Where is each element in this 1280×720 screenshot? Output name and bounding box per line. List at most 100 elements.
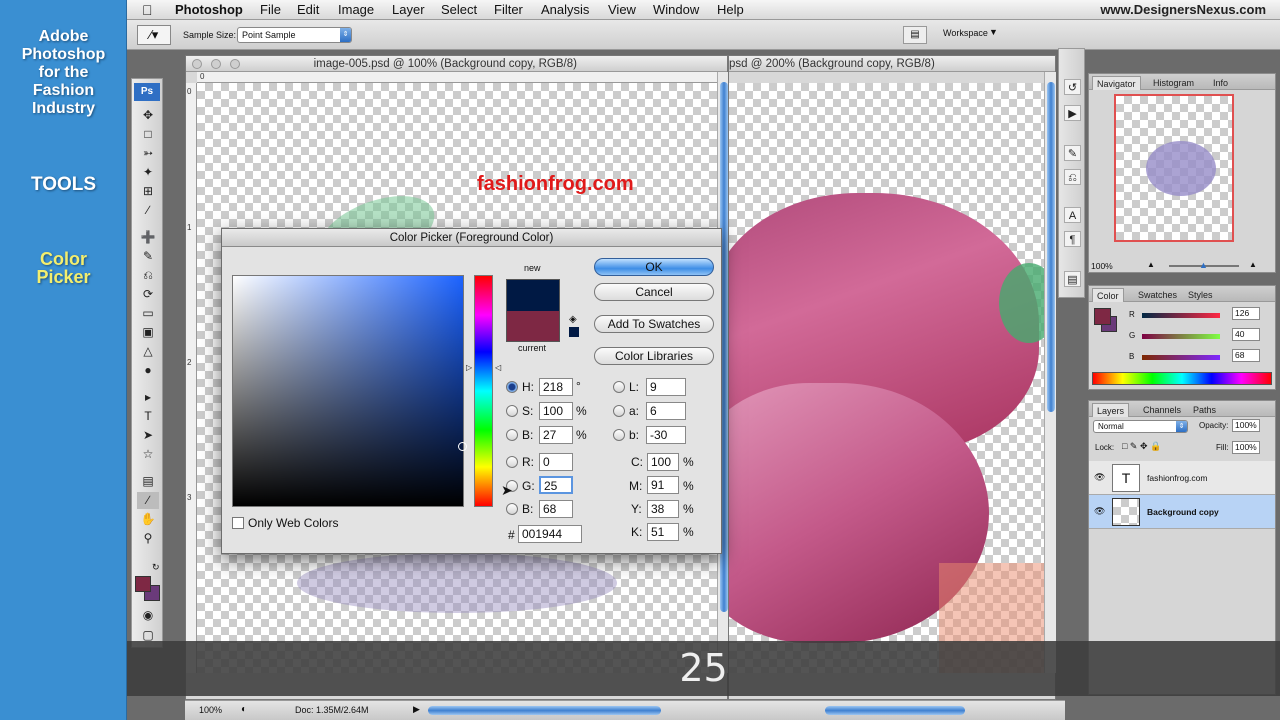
swap-colors-icon[interactable]: ↻ — [152, 562, 160, 573]
lasso-tool-icon[interactable]: ➳ — [137, 145, 159, 162]
apple-icon[interactable]:  — [142, 2, 153, 18]
input-lab-b[interactable]: -30 — [646, 426, 686, 444]
path-selection-tool-icon[interactable]: ▸ — [137, 389, 159, 406]
b-slider[interactable] — [1142, 355, 1220, 360]
hand-tool-icon[interactable]: ✋ — [137, 511, 159, 528]
input-a[interactable]: 6 — [646, 402, 686, 420]
magic-wand-tool-icon[interactable]: ✦ — [137, 164, 159, 181]
eyedropper-tool-preset-icon[interactable]: ∕▾ — [137, 25, 171, 45]
horizontal-scrollbar-thumb[interactable] — [428, 706, 661, 715]
workspace-icon[interactable]: ▤ — [903, 26, 927, 44]
radio-s[interactable] — [506, 405, 518, 417]
only-web-colors-checkbox[interactable] — [232, 517, 244, 529]
input-h[interactable]: 218 — [539, 378, 573, 396]
shape-tool-icon[interactable]: ☆ — [137, 446, 159, 463]
horizontal-scrollbar-thumb-2[interactable] — [825, 706, 965, 715]
zoom-icon[interactable] — [230, 58, 241, 69]
sample-size-select[interactable]: Point Sample ⇕ — [237, 27, 352, 43]
zoom-tool-icon[interactable]: ⚲ — [137, 530, 159, 547]
zoom-slider-thumb[interactable]: ▲ — [1199, 260, 1208, 270]
radio-b[interactable] — [506, 503, 518, 515]
hue-arrow-left-icon[interactable]: ▷ — [466, 363, 472, 372]
hue-slider[interactable] — [474, 275, 493, 507]
input-l[interactable]: 9 — [646, 378, 686, 396]
tab-channels[interactable]: Channels — [1139, 403, 1185, 417]
menu-layer[interactable]: Layer — [392, 2, 425, 17]
radio-a[interactable] — [613, 405, 625, 417]
document-title-bar-2[interactable]: psd @ 200% (Background copy, RGB/8) — [729, 56, 1055, 72]
radio-brightness[interactable] — [506, 429, 518, 441]
tab-paths[interactable]: Paths — [1189, 403, 1220, 417]
color-field-marker[interactable] — [458, 442, 467, 451]
actions-panel-icon[interactable]: ▶ — [1064, 105, 1081, 121]
eyedropper-tool-icon[interactable]: ∕ — [137, 202, 159, 219]
tab-color[interactable]: Color — [1092, 288, 1124, 302]
add-to-swatches-button[interactable]: Add To Swatches — [594, 315, 714, 333]
menu-edit[interactable]: Edit — [297, 2, 319, 17]
stamp-tool-icon[interactable]: ⎌ — [137, 267, 159, 284]
character-panel-icon[interactable]: A — [1064, 207, 1081, 223]
clone-source-panel-icon[interactable]: ⎌ — [1064, 169, 1081, 185]
notes-tool-icon[interactable]: ▤ — [137, 473, 159, 490]
dialog-title[interactable]: Color Picker (Foreground Color) — [222, 229, 721, 247]
tab-navigator[interactable]: Navigator — [1092, 76, 1141, 90]
radio-lab-b[interactable] — [613, 429, 625, 441]
status-arrow-icon[interactable]: ▶ — [413, 704, 420, 715]
radio-l[interactable] — [613, 381, 625, 393]
tab-layers[interactable]: Layers — [1092, 403, 1130, 417]
blur-tool-icon[interactable]: △ — [137, 343, 159, 360]
web-safe-swatch[interactable] — [569, 327, 579, 337]
menu-window[interactable]: Window — [653, 2, 699, 17]
eye-icon[interactable]: 👁 — [1094, 472, 1105, 483]
tab-info[interactable]: Info — [1209, 76, 1232, 90]
document-title-bar[interactable]: image-005.psd @ 100% (Background copy, R… — [186, 56, 727, 72]
menu-help[interactable]: Help — [717, 2, 744, 17]
opacity-field[interactable]: 100% — [1232, 419, 1260, 432]
layer-row-selected[interactable]: 👁 Background copy — [1089, 495, 1275, 529]
menu-image[interactable]: Image — [338, 2, 374, 17]
color-panel-foreground-swatch[interactable] — [1094, 308, 1111, 325]
move-tool-icon[interactable]: ✥ — [137, 107, 159, 124]
tab-styles[interactable]: Styles — [1184, 288, 1217, 302]
type-tool-icon[interactable]: T — [137, 408, 159, 425]
zoom-out-icon[interactable]: ▲ — [1147, 260, 1159, 270]
scrollbar-thumb-2[interactable] — [1047, 82, 1055, 412]
input-m[interactable]: 91 — [647, 476, 679, 494]
menu-select[interactable]: Select — [441, 2, 477, 17]
tab-histogram[interactable]: Histogram — [1149, 76, 1198, 90]
foreground-color-chip[interactable] — [135, 576, 151, 592]
g-slider[interactable] — [1142, 334, 1220, 339]
dodge-tool-icon[interactable]: ● — [137, 362, 159, 379]
b-field[interactable]: 68 — [1232, 349, 1260, 362]
status-menu-icon[interactable]: ◐ — [241, 704, 247, 715]
fill-field[interactable]: 100% — [1232, 441, 1260, 454]
zoom-in-icon[interactable]: ▲ — [1249, 260, 1257, 269]
input-b[interactable]: 68 — [539, 500, 573, 518]
navigator-preview[interactable] — [1114, 94, 1234, 242]
healing-brush-tool-icon[interactable]: ➕ — [137, 229, 159, 246]
input-s[interactable]: 100 — [539, 402, 573, 420]
layer-row[interactable]: 👁 T fashionfrog.com — [1089, 461, 1275, 495]
eyedropper-active-tool-icon[interactable]: ∕ — [137, 492, 159, 509]
input-y[interactable]: 38 — [647, 500, 679, 518]
history-brush-tool-icon[interactable]: ⟳ — [137, 286, 159, 303]
status-zoom[interactable]: 100% — [199, 705, 222, 715]
input-c[interactable]: 100 — [647, 453, 679, 471]
ok-button[interactable]: OK — [594, 258, 714, 276]
brushes-panel-icon[interactable]: ✎ — [1064, 145, 1081, 161]
menu-app[interactable]: Photoshop — [175, 2, 243, 17]
input-g[interactable]: 25 — [539, 476, 573, 494]
workspace-button[interactable]: Workspace — [943, 28, 988, 38]
input-r[interactable]: 0 — [539, 453, 573, 471]
radio-h[interactable] — [506, 381, 518, 393]
radio-r[interactable] — [506, 456, 518, 468]
history-panel-icon[interactable]: ↺ — [1064, 79, 1081, 95]
marquee-tool-icon[interactable]: □ — [137, 126, 159, 143]
close-icon[interactable] — [192, 58, 202, 69]
menu-analysis[interactable]: Analysis — [541, 2, 589, 17]
vertical-scrollbar-2[interactable] — [1044, 72, 1056, 673]
r-slider[interactable] — [1142, 313, 1220, 318]
blend-mode-select[interactable]: Normal ⇕ — [1093, 420, 1188, 433]
layer-comps-panel-icon[interactable]: ▤ — [1064, 271, 1081, 287]
quick-mask-icon[interactable]: ◉ — [137, 607, 159, 624]
